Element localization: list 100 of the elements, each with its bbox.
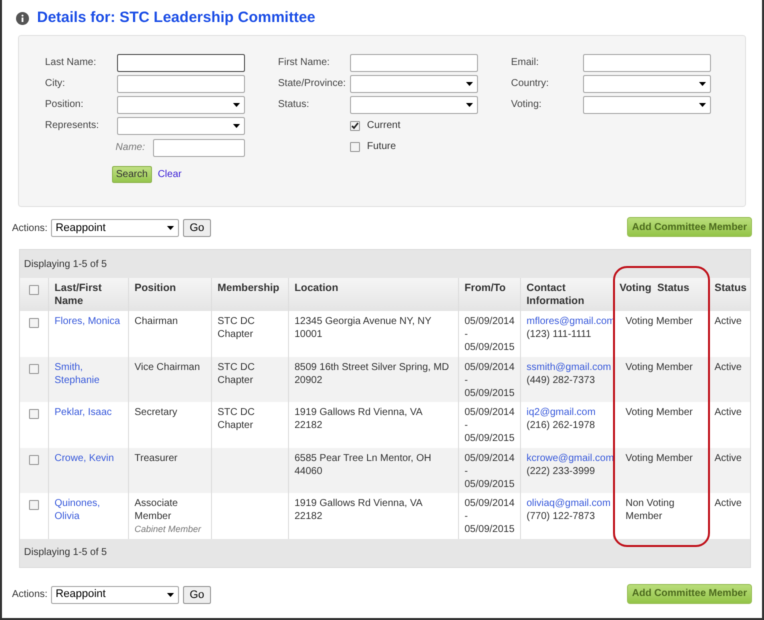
field-label: Represents: [45, 119, 100, 133]
voting-status-text: Voting Member [626, 316, 693, 327]
row-checkbox[interactable] [28, 409, 39, 419]
row-checkbox[interactable] [28, 500, 39, 510]
column-header[interactable]: Contact Information [526, 282, 606, 308]
phone-text: (770) 122-7873 [526, 510, 596, 523]
voting-status-text: Voting Member [626, 452, 693, 464]
row-checkbox[interactable] [28, 364, 39, 374]
checkbox[interactable] [350, 120, 360, 130]
position-text: Treasurer [134, 452, 178, 464]
location-text: 12345 Georgia Avenue NY, NY 10001 [294, 316, 432, 340]
summary-text: Displaying 1-5 of 5 [23, 546, 108, 560]
date-text: - [464, 374, 469, 386]
input-field[interactable] [153, 138, 245, 156]
dropdown[interactable]: Reappoint [50, 586, 179, 604]
go-button[interactable]: Go [182, 219, 212, 237]
date-text: 05/09/2014 [464, 315, 514, 328]
date-text: 05/09/2015 [464, 432, 514, 445]
field-label: Voting: [511, 98, 543, 112]
column-header[interactable]: Last/First Name [54, 282, 122, 308]
email-link[interactable]: iq2@gmail.com [526, 407, 596, 418]
field-label: First Name: [278, 56, 331, 70]
input-field[interactable] [117, 54, 245, 72]
row-checkbox[interactable] [28, 454, 39, 464]
position-text: Chairman [134, 315, 179, 328]
dropdown[interactable]: Reappoint [50, 219, 179, 237]
field-label: Last Name: [45, 56, 98, 70]
email-link[interactable]: ssmith@gmail.com [526, 362, 612, 372]
dropdown[interactable] [350, 96, 478, 114]
field-label: City: [45, 77, 66, 91]
caret-icon [166, 592, 174, 596]
phone-text: (216) 262-1978 [526, 419, 596, 432]
caret-icon [233, 102, 240, 106]
date-text: 05/09/2015 [464, 386, 514, 400]
checkbox[interactable] [350, 142, 360, 152]
date-text: - [464, 328, 469, 341]
email-link[interactable]: oliviaq@gmail.com [526, 498, 611, 509]
info-icon [16, 12, 29, 25]
column-header[interactable]: Location [294, 282, 452, 295]
input-field[interactable] [583, 54, 711, 72]
dropdown[interactable] [117, 96, 245, 114]
email-link[interactable]: kcrowe@gmail.com [526, 452, 614, 464]
column-header[interactable]: Membership [218, 282, 282, 295]
field-label: Status: [278, 98, 310, 112]
date-text: 05/09/2014 [464, 406, 514, 419]
actions-label: Actions: [12, 222, 48, 236]
phone-text: (449) 282-7373 [526, 374, 596, 386]
dropdown[interactable] [583, 74, 711, 92]
date-text: - [464, 510, 469, 523]
field-label: Position: [45, 98, 84, 112]
email-link[interactable]: mflores@gmail.com [526, 316, 616, 327]
dropdown[interactable] [350, 74, 478, 92]
column-header[interactable]: Voting Status [620, 282, 702, 295]
date-text: 05/09/2014 [464, 497, 514, 510]
caret-icon [699, 82, 706, 86]
position-text: Vice Chairman [134, 360, 201, 374]
row-checkbox[interactable] [28, 318, 39, 328]
member-link[interactable]: Quinones, Olivia [54, 497, 122, 523]
go-button[interactable]: Go [182, 586, 212, 604]
location-text: 1919 Gallows Rd Vienna, VA 22182 [294, 498, 422, 522]
member-link[interactable]: Smith, Stephanie [54, 360, 122, 386]
status-cell: Active [708, 493, 750, 538]
select-all-checkbox[interactable] [28, 285, 39, 295]
search-button[interactable]: Search [112, 166, 152, 183]
position-note: Cabinet Member [134, 523, 202, 536]
checkbox-label: Current [367, 119, 400, 133]
input-field[interactable] [350, 54, 478, 72]
clear-link[interactable]: Clear [158, 167, 182, 182]
voting-status-text: Voting Member [626, 407, 693, 418]
column-header[interactable]: Position [134, 282, 204, 295]
caret-icon [166, 226, 174, 230]
caret-icon [233, 124, 240, 128]
actions-label: Actions: [12, 588, 48, 602]
location-text: 1919 Gallows Rd Vienna, VA 22182 [294, 407, 422, 431]
location-text: 8509 16th Street Silver Spring, MD 20902 [294, 362, 450, 386]
member-link[interactable]: Crowe, Kevin [54, 452, 122, 464]
status-cell: Active [708, 448, 750, 493]
status-cell: Active [708, 356, 750, 402]
position-text: Secretary [134, 406, 178, 419]
caret-icon [466, 102, 473, 106]
checkbox-label: Future [367, 140, 396, 154]
date-text: 05/09/2014 [464, 360, 514, 374]
add-member-button[interactable]: Add Committee Member [626, 584, 752, 604]
dropdown[interactable] [117, 116, 245, 134]
date-text: 05/09/2015 [464, 523, 514, 536]
field-label: State/Province: [278, 77, 347, 91]
member-link[interactable]: Flores, Monica [54, 315, 122, 328]
dropdown[interactable] [583, 96, 711, 114]
membership-text: STC DC Chapter [218, 316, 255, 340]
column-header[interactable]: From/To [464, 282, 514, 295]
summary-text: Displaying 1-5 of 5 [23, 258, 108, 272]
input-field[interactable] [117, 74, 245, 92]
caret-icon [466, 82, 473, 86]
date-text: - [464, 464, 469, 478]
status-cell: Active [708, 402, 750, 448]
check-icon [351, 122, 359, 130]
member-link[interactable]: Peklar, Isaac [54, 406, 122, 419]
phone-text: (222) 233-3999 [526, 464, 596, 478]
membership-text: STC DC Chapter [218, 407, 255, 431]
voting-status-text: Non Voting Member [626, 498, 674, 522]
